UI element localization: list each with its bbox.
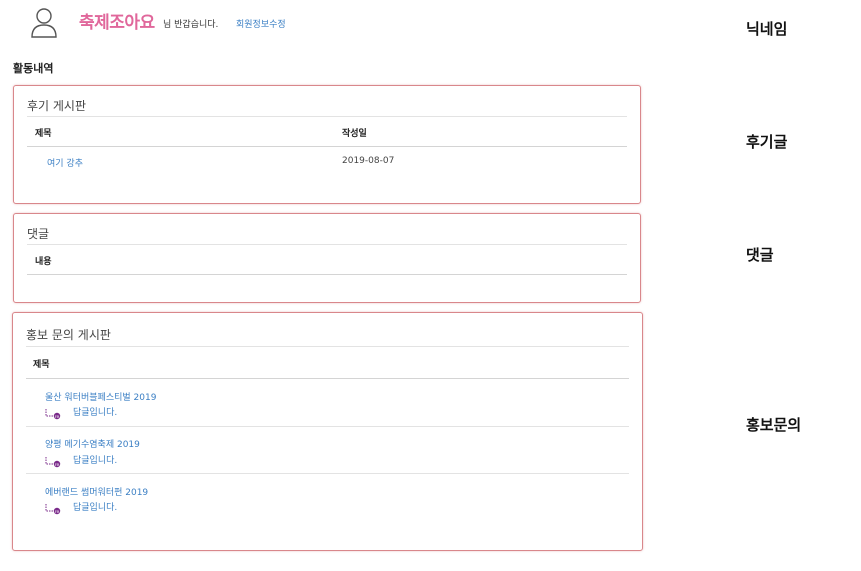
divider: [27, 116, 627, 117]
svg-text:re: re: [55, 462, 60, 468]
section-title: 활동내역: [13, 62, 54, 75]
col-header-date: 작성일: [342, 129, 367, 139]
divider: [26, 426, 629, 427]
promo-row-title-link[interactable]: 양평 메기수염축제 2019: [45, 437, 140, 450]
review-board-panel: 후기 게시판 제목 작성일 여기 강추 2019-08-07: [13, 85, 641, 204]
comment-board-panel: 댓글 내용: [13, 213, 641, 303]
reply-link[interactable]: 답글입니다.: [73, 453, 117, 466]
review-row-date: 2019-08-07: [342, 156, 395, 166]
divider: [26, 378, 629, 379]
reply-link[interactable]: 답글입니다.: [73, 500, 117, 513]
comment-board-title: 댓글: [27, 227, 50, 241]
col-header-content: 내용: [35, 257, 52, 267]
side-label-promo: 홍보문의: [746, 416, 802, 434]
review-board-title: 후기 게시판: [27, 99, 87, 113]
reply-arrow-icon: re: [45, 453, 61, 468]
divider: [27, 244, 627, 245]
col-header-title: 제목: [35, 129, 52, 139]
side-label-reviews: 후기글: [746, 133, 788, 151]
divider: [26, 473, 629, 474]
user-nickname: 축제조아요: [79, 13, 155, 33]
reply-arrow-icon: re: [45, 500, 61, 515]
promo-board-panel: 홍보 문의 게시판 제목 울산 워터버블페스티벌 2019 re 답글입니다. …: [12, 312, 643, 551]
svg-text:re: re: [55, 509, 60, 515]
divider: [27, 146, 627, 147]
svg-text:re: re: [55, 414, 60, 420]
edit-profile-link[interactable]: 회원정보수정: [236, 17, 286, 30]
promo-board-title: 홍보 문의 게시판: [26, 328, 111, 342]
divider: [26, 346, 629, 347]
promo-row-title-link[interactable]: 울산 워터버블페스티벌 2019: [45, 390, 156, 403]
side-label-nickname: 닉네임: [746, 20, 788, 38]
reply-arrow-icon: re: [45, 405, 61, 420]
side-label-comments: 댓글: [746, 246, 774, 264]
reply-link[interactable]: 답글입니다.: [73, 405, 117, 418]
greeting-text: 님 반갑습니다.: [163, 20, 219, 30]
review-row-title-link[interactable]: 여기 강추: [47, 156, 83, 169]
avatar-icon: [30, 6, 58, 38]
promo-row-title-link[interactable]: 에버랜드 썸머워터펀 2019: [45, 485, 148, 498]
col-header-title: 제목: [33, 360, 50, 370]
divider: [27, 274, 627, 275]
